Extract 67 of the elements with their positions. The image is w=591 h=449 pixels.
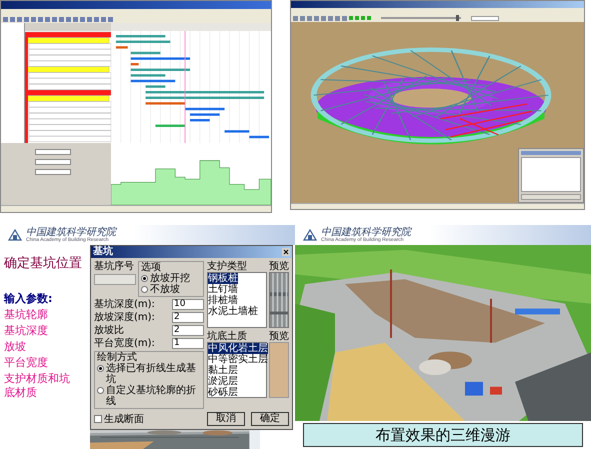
- list-item[interactable]: 砂砾层: [208, 387, 238, 398]
- slide-title: 确定基坑位置: [4, 255, 83, 273]
- pit-number-field[interactable]: [94, 274, 136, 285]
- params-heading: 输入参数:: [4, 291, 54, 306]
- slider-thumb[interactable]: [456, 15, 459, 21]
- group-label: 绘制方式: [97, 352, 138, 363]
- field-label: 平台宽度(m):: [94, 338, 155, 349]
- input-field[interactable]: 1: [172, 338, 204, 349]
- field-label: 放坡比: [94, 325, 124, 336]
- param-item: 基坑轮廓: [4, 308, 49, 322]
- task-bar[interactable]: [190, 113, 220, 116]
- radio-option[interactable]: 自定义基坑轮廓的折线: [97, 385, 201, 407]
- task-bar[interactable]: [146, 85, 166, 88]
- list-item[interactable]: 钢板桩: [208, 273, 238, 284]
- group-label: 坑底土质: [207, 331, 248, 342]
- field-label: 放坡深度(m):: [94, 312, 155, 323]
- group-label: 选项: [141, 262, 161, 273]
- dialog-button[interactable]: 取消: [207, 412, 245, 426]
- group-label: 支护类型: [207, 261, 248, 272]
- dropdown[interactable]: [35, 169, 71, 175]
- group-label: 预览: [269, 331, 289, 342]
- radio-option[interactable]: 选择已有折线生成基坑: [97, 363, 201, 385]
- task-bar[interactable]: [116, 46, 128, 49]
- close-icon[interactable]: [282, 248, 290, 256]
- field-label: 基坑序号: [94, 261, 135, 272]
- dropdown[interactable]: [35, 159, 71, 165]
- list-item[interactable]: 中风化岩土层: [208, 343, 268, 354]
- dropdown[interactable]: [471, 16, 499, 20]
- task-bar[interactable]: [146, 102, 186, 105]
- section-checkbox[interactable]: 生成断面: [94, 414, 144, 424]
- soil-swatch: [269, 342, 289, 398]
- list-item[interactable]: 淤泥层: [208, 376, 238, 387]
- param-item: 放坡: [4, 340, 27, 354]
- list-item[interactable]: 黏土层: [208, 365, 238, 376]
- list-item[interactable]: 排桩墙: [208, 295, 238, 306]
- task-bar[interactable]: [130, 80, 176, 82]
- dialog-button[interactable]: 确定: [251, 412, 289, 426]
- task-bar[interactable]: [190, 119, 210, 122]
- list-item[interactable]: 中等密实土层: [208, 354, 268, 365]
- logo-icon: [303, 229, 317, 241]
- input-field[interactable]: 2: [172, 312, 204, 323]
- input-field[interactable]: 2: [172, 325, 204, 336]
- task-bar[interactable]: [185, 108, 225, 110]
- task-bar[interactable]: [249, 136, 270, 138]
- param-item: 平台宽度: [4, 356, 49, 370]
- dialog-title: 基坑: [93, 247, 113, 257]
- logo-name: 中国建筑科学研究院: [26, 228, 116, 238]
- message-area: [521, 157, 581, 192]
- group-label: 预览: [269, 261, 289, 272]
- dropdown[interactable]: [35, 149, 71, 155]
- panel-button[interactable]: [521, 194, 581, 200]
- task-bar[interactable]: [130, 52, 160, 54]
- input-field[interactable]: 10: [172, 299, 204, 310]
- logo-name: 中国建筑科学研究院: [321, 228, 411, 238]
- param-item: 基坑深度: [4, 324, 49, 338]
- task-bar[interactable]: [130, 57, 190, 60]
- radio-option[interactable]: 不放坡: [141, 284, 201, 295]
- task-bar[interactable]: [224, 130, 250, 133]
- logo-icon: [8, 229, 22, 241]
- task-bar[interactable]: [130, 74, 166, 77]
- task-bar[interactable]: [130, 63, 139, 66]
- radio-option[interactable]: 放坡开挖: [141, 273, 201, 284]
- field-label: 基坑深度(m):: [94, 299, 155, 310]
- list-item[interactable]: 水泥土墙桩: [208, 306, 258, 317]
- list-item[interactable]: 土钉墙: [208, 284, 238, 295]
- caption-box: 布置效果的三维漫游: [303, 423, 583, 447]
- param-item: 支护材质和坑底材质: [4, 372, 71, 400]
